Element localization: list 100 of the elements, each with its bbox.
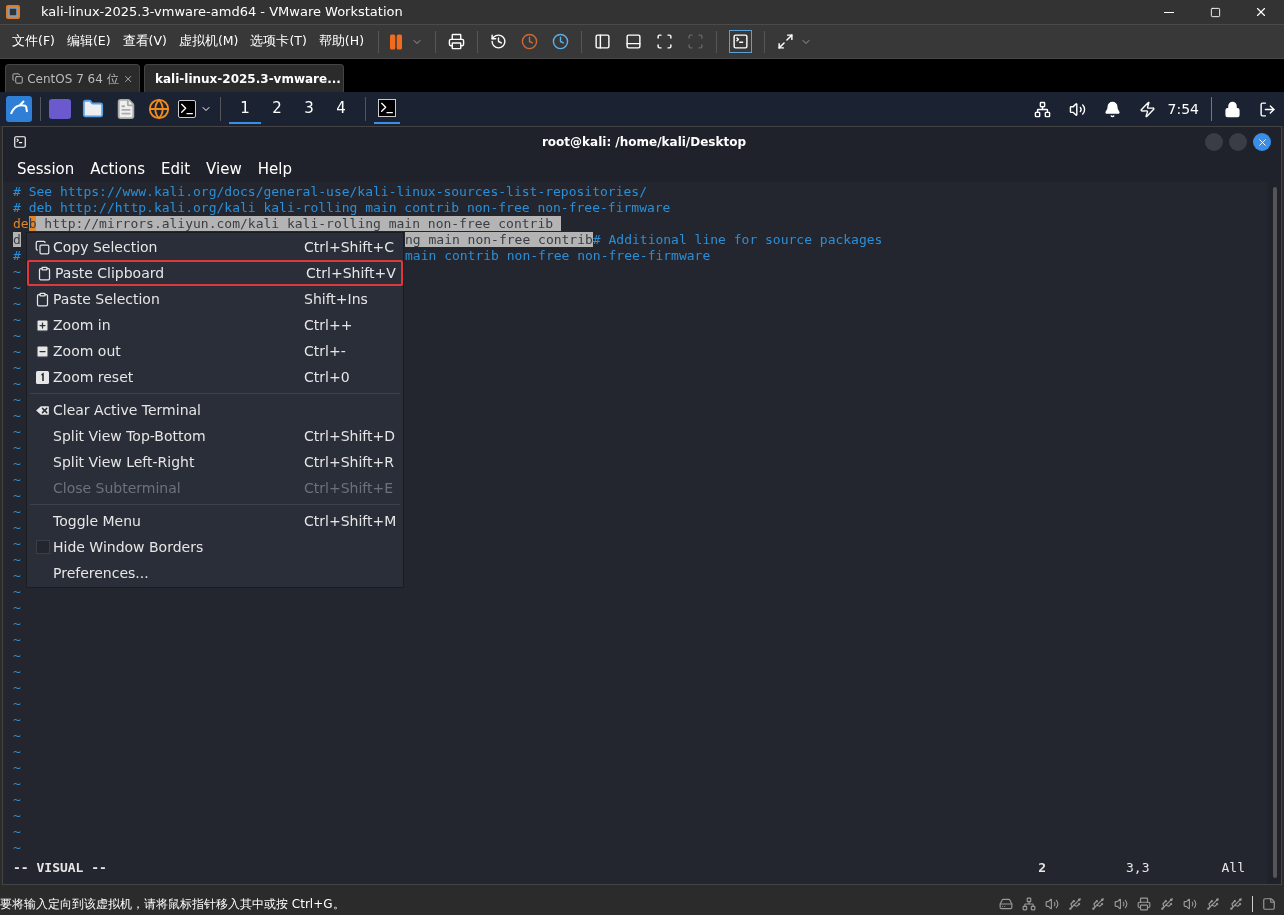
- window-title: kali-linux-2025.3-vmware-amd64 - VMware Workstation: [41, 3, 403, 22]
- scroll-text: All: [1221, 860, 1245, 876]
- menu-item[interactable]: Zoom out Ctrl+-: [27, 338, 403, 364]
- usb-icon[interactable]: [1229, 897, 1243, 911]
- menu-item[interactable]: Zoom in Ctrl++: [27, 312, 403, 338]
- menu-item[interactable]: Help: [249, 157, 300, 181]
- usb-icon[interactable]: [1206, 897, 1220, 911]
- code-text: d: [13, 232, 21, 247]
- tab[interactable]: kali-linux-2025.3-vmware...: [144, 64, 344, 92]
- minimize-icon: [1164, 11, 1174, 13]
- usb-icon[interactable]: [1068, 897, 1082, 911]
- menu-item[interactable]: 编辑(E): [60, 32, 117, 51]
- menu-item[interactable]: Split View Top-Bottom Ctrl+Shift+D: [27, 423, 403, 449]
- menu-item[interactable]: 查看(V): [116, 32, 173, 51]
- close-button[interactable]: [1253, 133, 1271, 151]
- tilde-marker: ~: [13, 648, 21, 664]
- sound-icon[interactable]: [1045, 897, 1059, 911]
- checkbox[interactable]: [35, 540, 50, 554]
- tilde-marker: ~: [13, 744, 21, 760]
- tab[interactable]: CentOS 7 64 位: [5, 64, 140, 92]
- menu-item[interactable]: Split View Left-Right Ctrl+Shift+R: [27, 449, 403, 475]
- tilde-marker: ~: [13, 616, 21, 632]
- network-icon[interactable]: [1033, 100, 1051, 118]
- vmware-logo-icon: [5, 4, 21, 20]
- usb-icon[interactable]: [1160, 897, 1174, 911]
- folder-icon[interactable]: [82, 98, 104, 120]
- menu-item[interactable]: Toggle Menu Ctrl+Shift+M: [27, 508, 403, 534]
- position-text: 3,3: [1126, 860, 1150, 876]
- tilde-marker: ~: [13, 296, 21, 312]
- workspace-button[interactable]: 2: [261, 94, 293, 124]
- plus-square-icon: [35, 317, 50, 333]
- pause-icon[interactable]: [387, 32, 405, 51]
- clipboard-icon: [35, 291, 50, 307]
- menu-item[interactable]: Clear Active Terminal: [27, 397, 403, 423]
- tilde-marker: ~: [13, 264, 21, 280]
- stretch-icon[interactable]: [777, 33, 794, 50]
- workspace-button[interactable]: 3: [293, 94, 325, 124]
- menu-item[interactable]: Hide Window Borders: [27, 534, 403, 560]
- tilde-marker: ~: [13, 776, 21, 792]
- bell-icon[interactable]: [1103, 100, 1121, 118]
- workspace-button[interactable]: 4: [325, 94, 357, 124]
- menu-item[interactable]: Edit: [153, 157, 199, 181]
- vm-icon: [12, 72, 24, 85]
- code-text: de: [13, 216, 29, 231]
- menu-item[interactable]: Paste Clipboard Ctrl+Shift+V: [27, 260, 403, 286]
- code-text: ng main non-free contrib: [405, 232, 593, 247]
- logout-icon[interactable]: [1259, 100, 1276, 118]
- menu-item[interactable]: Copy Selection Ctrl+Shift+C: [27, 234, 403, 260]
- clock-text[interactable]: 7:54: [1167, 98, 1199, 120]
- terminal-icon[interactable]: [178, 100, 196, 118]
- menu-item[interactable]: 虚拟机(M): [172, 32, 245, 51]
- menu-item[interactable]: Paste Selection Shift+Ins: [27, 286, 403, 312]
- terminal-icon: [13, 135, 27, 149]
- browser-icon[interactable]: [148, 98, 170, 120]
- clipboard-icon: [37, 265, 52, 281]
- menu-item[interactable]: Actions: [82, 157, 154, 181]
- shortcut-text: Ctrl+-: [304, 341, 346, 361]
- code-text: http://mirrors.aliyun.com/kali kali-rolling main non-free contrib: [36, 216, 561, 231]
- minus-square-icon: [35, 343, 50, 359]
- code-text: # See https://www.kali.org/docs/general-use/kali-linux-sources-list-repositories/: [13, 184, 647, 199]
- usb-icon[interactable]: [1091, 897, 1105, 911]
- sound-icon[interactable]: [1183, 897, 1197, 911]
- menu-item[interactable]: 帮助(H): [312, 32, 370, 51]
- workspace-button[interactable]: 1: [229, 94, 261, 124]
- tilde-marker: ~: [13, 600, 21, 616]
- printer-icon[interactable]: [1137, 897, 1151, 911]
- menu-item[interactable]: 文件(F): [6, 32, 61, 51]
- document-icon[interactable]: [115, 98, 137, 120]
- menu-item[interactable]: Preferences...: [27, 560, 403, 586]
- tilde-marker: ~: [13, 760, 21, 776]
- menu-item[interactable]: 选项卡(T): [244, 32, 313, 51]
- tilde-marker: ~: [13, 536, 21, 552]
- console-button[interactable]: [729, 30, 752, 53]
- lock-icon[interactable]: [1224, 100, 1241, 118]
- code-text: #: [13, 248, 21, 263]
- fullscreen-icon[interactable]: [656, 33, 673, 50]
- tilde-marker: ~: [13, 712, 21, 728]
- menu-item[interactable]: Zoom reset Ctrl+0: [27, 364, 403, 390]
- bottom-panel-icon[interactable]: [625, 33, 642, 50]
- menu-item[interactable]: View: [198, 157, 250, 181]
- tilde-marker: ~: [13, 696, 21, 712]
- shortcut-text: Ctrl+Shift+R: [304, 452, 394, 472]
- tilde-marker: ~: [13, 376, 21, 392]
- menu-item[interactable]: Session: [9, 157, 83, 181]
- volume-icon[interactable]: [1068, 100, 1086, 118]
- maximize-icon: [1209, 6, 1221, 18]
- tilde-marker: ~: [13, 840, 21, 856]
- tilde-marker: ~: [13, 520, 21, 536]
- sidebar-icon[interactable]: [594, 33, 611, 50]
- sound-icon[interactable]: [1114, 897, 1128, 911]
- printer-icon[interactable]: [448, 33, 465, 50]
- clock-icon[interactable]: [552, 33, 569, 50]
- tilde-marker: ~: [13, 328, 21, 344]
- tilde-marker: ~: [13, 344, 21, 360]
- shortcut-text: Ctrl+Shift+E: [304, 478, 394, 498]
- close-icon: [1254, 5, 1268, 19]
- code-text: main contrib non-free non-free-firmware: [405, 248, 711, 263]
- note-icon[interactable]: [1262, 897, 1276, 911]
- tilde-marker: ~: [13, 808, 21, 824]
- shortcut-text: Ctrl+Shift+D: [304, 426, 395, 446]
